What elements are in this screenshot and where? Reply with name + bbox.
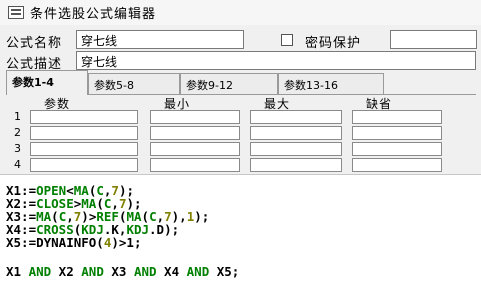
password-input[interactable] [390, 30, 477, 49]
param-min-cell[interactable] [150, 158, 240, 172]
tab-params-1-4[interactable]: 参数1-4 [6, 70, 88, 95]
tab-params-13-16[interactable]: 参数13-16 [278, 73, 384, 94]
code-keyword: AND [81, 264, 104, 279]
param-default-cell[interactable] [352, 126, 442, 140]
formula-desc-input[interactable]: 穿七线 [76, 51, 476, 70]
param-min-cell[interactable] [150, 142, 240, 156]
code-text: X5:=DYNAINFO( [6, 235, 104, 250]
tab-params-9-12[interactable]: 参数9-12 [180, 73, 278, 94]
param-max-cell[interactable] [250, 126, 342, 140]
param-min-cell[interactable] [150, 110, 240, 124]
param-row-number: 3 [14, 142, 21, 155]
param-name-cell[interactable] [30, 110, 138, 124]
param-row-number: 1 [14, 110, 21, 123]
password-checkbox[interactable] [281, 34, 293, 46]
code-text: X1 [6, 264, 29, 279]
code-text: .D); [149, 222, 180, 237]
code-keyword: AND [28, 264, 52, 279]
code-text: )>1; [111, 235, 142, 250]
param-row-number: 4 [14, 158, 21, 171]
code-line[interactable]: X1 AND X2 AND X3 AND X4 AND X5; [6, 265, 239, 278]
param-default-cell[interactable] [352, 142, 442, 156]
code-text: ); [194, 209, 210, 224]
tab-params-5-8[interactable]: 参数5-8 [88, 73, 180, 94]
code-keyword: AND [133, 264, 157, 279]
formula-name-input[interactable]: 穿七线 [76, 30, 244, 49]
code-line[interactable]: X5:=DYNAINFO(4)>1; [6, 236, 141, 249]
window-icon [8, 6, 24, 19]
formula-name-label: 公式名称 [6, 36, 63, 51]
param-min-cell[interactable] [150, 126, 240, 140]
param-row-number: 2 [14, 126, 21, 139]
window-title: 条件选股公式编辑器 [30, 7, 157, 22]
param-name-cell[interactable] [30, 126, 138, 140]
code-text: X3 [103, 264, 134, 279]
title-bar: 条件选股公式编辑器 [0, 0, 481, 25]
param-name-cell[interactable] [30, 142, 138, 156]
code-text: X2 [51, 264, 82, 279]
param-default-cell[interactable] [352, 110, 442, 124]
param-max-cell[interactable] [250, 110, 342, 124]
editor-divider [0, 174, 481, 175]
param-default-cell[interactable] [352, 158, 442, 172]
code-text: X4 [156, 264, 187, 279]
code-keyword: AND [186, 264, 210, 279]
param-name-cell[interactable] [30, 158, 138, 172]
param-max-cell[interactable] [250, 158, 342, 172]
param-max-cell[interactable] [250, 142, 342, 156]
password-label: 密码保护 [305, 36, 362, 51]
code-text: X5; [209, 264, 240, 279]
